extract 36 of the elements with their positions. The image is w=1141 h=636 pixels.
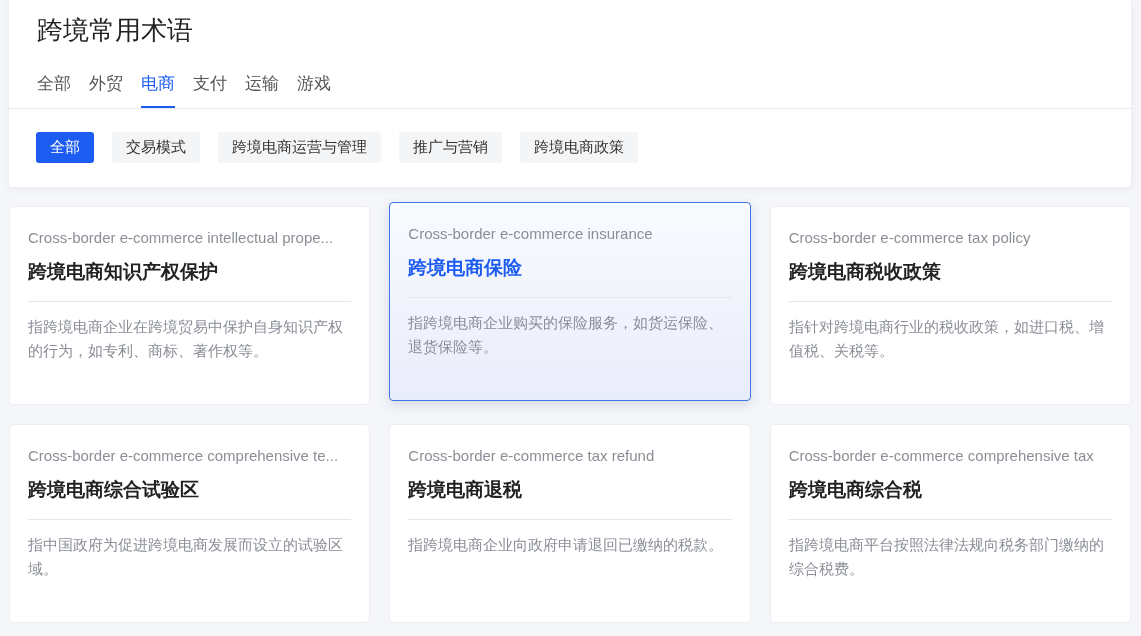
english-term: Cross-border e-commerce comprehensive te... [28, 446, 340, 466]
term-card[interactable]: Cross-border e-commerce insurance 跨境电商保险 指跨境电商企业购买的保险服务，如货运保险、退货保险等。 [389, 202, 751, 401]
term-description: 指跨境电商企业购买的保险服务，如货运保险、退货保险等。 [408, 313, 725, 357]
english-term: Cross-border e-commerce tax policy [788, 228, 1032, 248]
term-card[interactable]: Cross-border e-commerce tax policy 跨境电商税收政策 指针对跨境电商行业的税收政策，如进口税、增值税、关税等。 [769, 206, 1131, 405]
filter-chip[interactable]: 跨境电商运营与管理 [218, 132, 381, 163]
term-card[interactable]: Cross-border e-commerce intellectual prope... 跨境电商知识产权保护 指跨境电商企业在跨境贸易中保护自身知识产权的行为，如专利、商标、著作权等。 [9, 206, 371, 405]
filter-chip[interactable]: 全部 [36, 132, 94, 163]
category-tab[interactable]: 全部 [37, 72, 71, 108]
category-tab[interactable]: 运输 [245, 72, 279, 108]
filter-chip[interactable]: 交易模式 [112, 132, 200, 163]
term-title: 跨境电商保险 [408, 255, 732, 298]
term-title: 跨境电商税收政策 [788, 259, 1112, 302]
category-tab[interactable]: 外贸 [89, 72, 123, 108]
term-title: 跨境电商综合税 [788, 477, 1112, 520]
term-title: 跨境电商知识产权保护 [28, 259, 352, 302]
english-term: Cross-border e-commerce tax refund [408, 446, 656, 466]
english-term: Cross-border e-commerce intellectual prope... [28, 228, 335, 248]
term-card[interactable]: Cross-border e-commerce comprehensive tax 跨境电商综合税 指跨境电商平台按照法律法规向税务部门缴纳的综合税费。 [769, 424, 1131, 623]
category-tab[interactable]: 支付 [193, 72, 227, 108]
term-card[interactable]: Cross-border e-commerce tax refund 跨境电商退税 指跨境电商企业向政府申请退回已缴纳的税款。 [389, 424, 751, 623]
english-term: Cross-border e-commerce insurance [408, 224, 654, 244]
term-description: 指跨境电商平台按照法律法规向税务部门缴纳的综合税费。 [788, 535, 1105, 579]
filter-chip[interactable]: 跨境电商政策 [520, 132, 638, 163]
term-description: 指跨境电商企业在跨境贸易中保护自身知识产权的行为，如专利、商标、著作权等。 [28, 317, 344, 361]
english-term: Cross-border e-commerce comprehensive tax [788, 446, 1095, 466]
page-title: 跨境常用术语 [36, 14, 194, 47]
term-card[interactable]: Cross-border e-commerce comprehensive te... 跨境电商综合试验区 指中国政府为促进跨境电商发展而设立的试验区域。 [9, 424, 371, 623]
filter-chip[interactable]: 推广与营销 [399, 132, 502, 163]
category-tab[interactable]: 电商 [141, 72, 175, 108]
category-tab[interactable]: 游戏 [297, 72, 331, 108]
term-title: 跨境电商退税 [408, 477, 732, 520]
term-description: 指针对跨境电商行业的税收政策，如进口税、增值税、关税等。 [788, 317, 1105, 361]
term-description: 指跨境电商企业向政府申请退回已缴纳的税款。 [408, 535, 725, 555]
term-description: 指中国政府为促进跨境电商发展而设立的试验区域。 [28, 535, 344, 579]
term-title: 跨境电商综合试验区 [28, 477, 352, 520]
